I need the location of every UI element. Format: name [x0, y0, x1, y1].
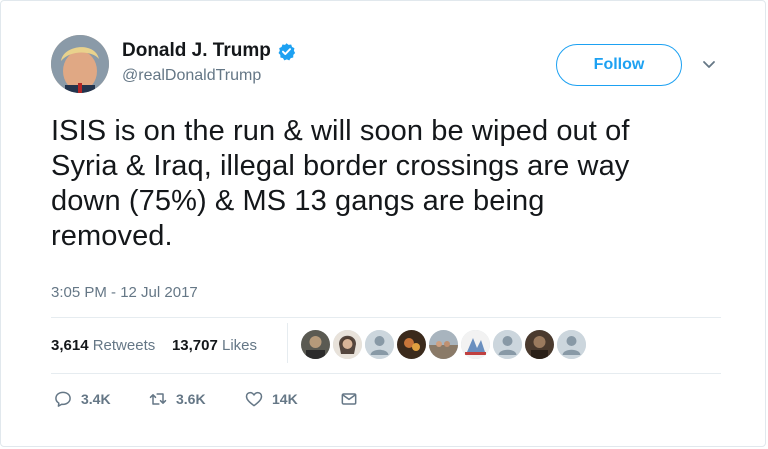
- chevron-down-icon[interactable]: [701, 59, 717, 71]
- liker-avatar[interactable]: [525, 330, 554, 359]
- liker-avatar[interactable]: [397, 330, 426, 359]
- divider: [51, 317, 721, 318]
- author-handle[interactable]: @realDonaldTrump: [122, 67, 261, 85]
- retweet-label: Retweets: [92, 337, 156, 354]
- like-button[interactable]: 14K: [244, 389, 339, 409]
- verified-badge-icon: [278, 42, 295, 60]
- reply-count: 3.4K: [81, 391, 111, 407]
- tweet-actions: 3.4K 3.6K 14K: [53, 389, 359, 409]
- retweet-icon: [149, 393, 167, 405]
- tweet-card: Donald J. Trump @realDonaldTrump Follow …: [0, 0, 766, 447]
- liker-avatar-default[interactable]: [557, 330, 586, 359]
- tweet-text-line: ISIS is on the run & will soon be wiped …: [51, 115, 630, 147]
- envelope-icon: [341, 393, 357, 405]
- liker-avatar[interactable]: [429, 330, 458, 359]
- reply-icon: [55, 391, 71, 407]
- heart-icon: [245, 391, 263, 407]
- retweet-action-count: 3.6K: [176, 391, 206, 407]
- direct-message-button[interactable]: [339, 389, 359, 409]
- tweet-text-line: removed.: [51, 220, 173, 252]
- like-label: Likes: [222, 337, 258, 354]
- tweet-timestamp[interactable]: 3:05 PM - 12 Jul 2017: [51, 284, 198, 301]
- retweet-count: 3,614: [51, 337, 89, 354]
- retweet-stat[interactable]: 3,614 Retweets: [51, 337, 159, 354]
- tweet-text-line: Syria & Iraq, illegal border crossings a…: [51, 150, 630, 182]
- stats-separator: [287, 323, 288, 363]
- liker-avatar-default[interactable]: [365, 330, 394, 359]
- liker-avatar[interactable]: [333, 330, 362, 359]
- liker-avatar[interactable]: [301, 330, 330, 359]
- liker-avatar-default[interactable]: [493, 330, 522, 359]
- engagement-stats: 3,614 Retweets 13,707 Likes: [51, 337, 257, 354]
- author-name[interactable]: Donald J. Trump: [122, 40, 296, 62]
- divider: [51, 373, 721, 374]
- like-count: 13,707: [171, 337, 218, 354]
- retweet-button[interactable]: 3.6K: [148, 389, 244, 409]
- follow-button[interactable]: Follow: [556, 44, 682, 86]
- tweet-text: ISIS is on the run & will soon be wiped …: [51, 114, 731, 254]
- tweet-text-line: down (75%) & MS 13 gangs are being: [51, 185, 545, 217]
- reply-button[interactable]: 3.4K: [53, 389, 148, 409]
- author-avatar[interactable]: [51, 35, 109, 93]
- author-name-text[interactable]: Donald J. Trump: [122, 40, 271, 62]
- liker-avatars: [301, 330, 586, 359]
- liker-avatar[interactable]: [461, 330, 490, 359]
- like-stat[interactable]: 13,707 Likes: [172, 337, 257, 354]
- like-action-count: 14K: [272, 391, 298, 407]
